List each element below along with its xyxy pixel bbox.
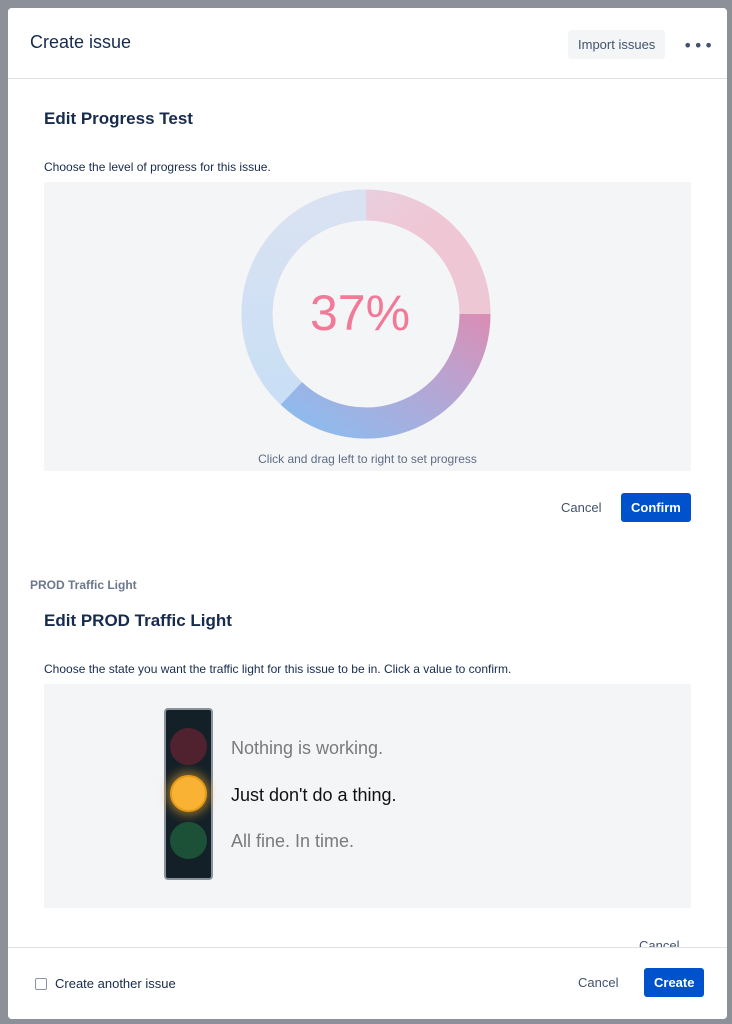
- traffic-option-red[interactable]: Nothing is working.: [231, 738, 383, 759]
- red-lamp-icon[interactable]: [170, 728, 207, 765]
- traffic-light-icon: [164, 708, 213, 880]
- traffic-panel: Nothing is working. Just don't do a thin…: [44, 684, 691, 908]
- create-issue-dialog: Create issue Import issues ••• Edit Prog…: [8, 8, 727, 1019]
- traffic-section-title: Edit PROD Traffic Light: [44, 611, 232, 630]
- traffic-option-green[interactable]: All fine. In time.: [231, 831, 354, 852]
- progress-ring[interactable]: 37%: [44, 182, 691, 471]
- green-lamp-icon[interactable]: [170, 822, 207, 859]
- progress-panel: 37% Click and drag left to right to set …: [44, 182, 691, 471]
- create-another-label[interactable]: Create another issue: [55, 976, 176, 991]
- create-another-checkbox[interactable]: [35, 978, 47, 990]
- traffic-option-amber[interactable]: Just don't do a thing.: [231, 785, 397, 806]
- traffic-cancel-button[interactable]: Cancel: [631, 931, 687, 947]
- progress-section-description: Choose the level of progress for this is…: [44, 160, 271, 174]
- traffic-section-description: Choose the state you want the traffic li…: [44, 662, 512, 676]
- dialog-footer: Create another issue Cancel Create: [8, 947, 727, 1019]
- dialog-title: Create issue: [30, 32, 132, 52]
- traffic-field-label: PROD Traffic Light: [30, 578, 137, 592]
- footer-cancel-button[interactable]: Cancel: [570, 968, 626, 997]
- import-issues-button[interactable]: Import issues: [568, 30, 666, 59]
- dialog-body[interactable]: Edit Progress Test Choose the level of p…: [8, 79, 727, 947]
- dialog-header: Create issue Import issues •••: [8, 8, 727, 79]
- progress-cancel-button[interactable]: Cancel: [553, 493, 609, 522]
- more-options-icon[interactable]: •••: [677, 30, 713, 59]
- create-button[interactable]: Create: [644, 968, 705, 997]
- amber-lamp-icon[interactable]: [170, 775, 207, 812]
- progress-hint: Click and drag left to right to set prog…: [258, 452, 477, 466]
- progress-value-text: 37%: [310, 285, 410, 341]
- progress-section-title: Edit Progress Test: [44, 109, 193, 128]
- progress-confirm-button[interactable]: Confirm: [621, 493, 691, 522]
